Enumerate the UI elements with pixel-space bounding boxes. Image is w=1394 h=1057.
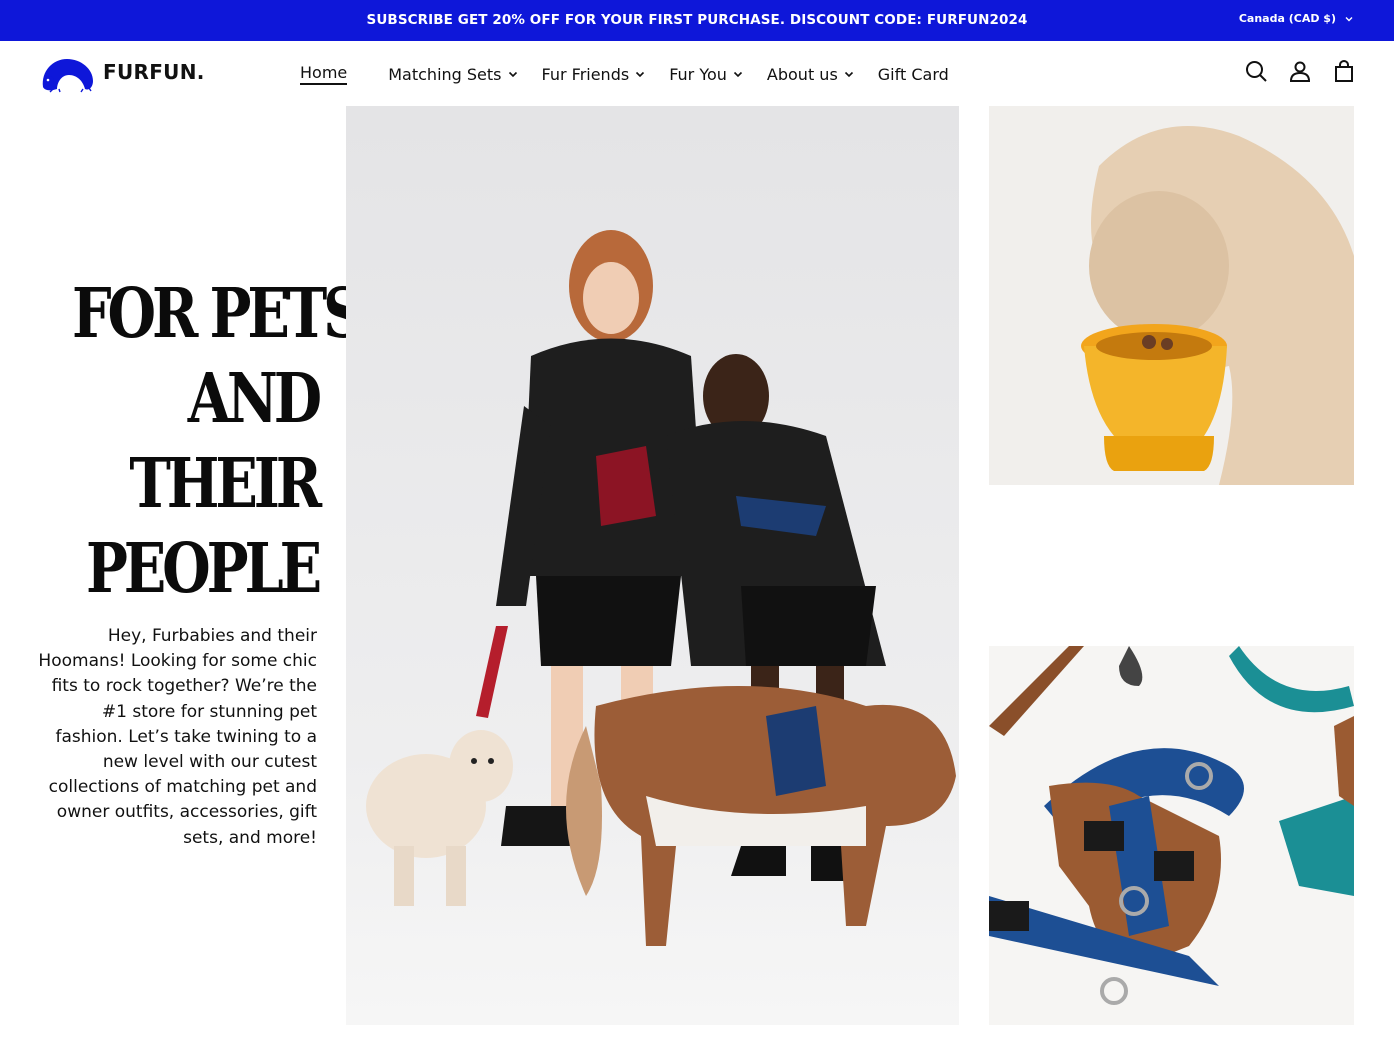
nav-item-label: Fur You	[669, 64, 727, 84]
nav-item-label: Gift Card	[877, 64, 949, 84]
announcement-bar: SUBSCRIBE GET 20% OFF FOR YOUR FIRST PUR…	[0, 0, 1394, 41]
hero-photo	[346, 106, 959, 1025]
nav-item-label: Fur Friends	[541, 64, 630, 84]
product-image-dog-bowl[interactable]	[989, 106, 1354, 485]
product-image-harness[interactable]	[989, 646, 1354, 1025]
account-button[interactable]	[1288, 59, 1312, 83]
dog-bowl-photo	[989, 106, 1354, 485]
header-actions	[1244, 59, 1356, 83]
nav-item-fur-friends[interactable]: Fur Friends	[542, 65, 646, 84]
main-nav: Home Matching Sets Fur Friends Fur You A…	[300, 63, 973, 85]
nav-item-about-us[interactable]: About us	[767, 65, 854, 84]
chevron-down-icon	[733, 71, 742, 78]
brand-name: FURFUN.	[103, 60, 205, 84]
site-header: FURFUN. Home Matching Sets Fur Friends F…	[0, 41, 1394, 106]
cart-button[interactable]	[1332, 59, 1356, 83]
currency-selector[interactable]: Canada (CAD $)	[1239, 12, 1354, 25]
hero-title-line: AND	[187, 359, 322, 439]
nav-item-label: Matching Sets	[388, 64, 502, 84]
hero-title-line: PEOPLE	[85, 529, 322, 609]
nav-item-label: About us	[766, 64, 838, 84]
chevron-down-icon	[508, 71, 517, 78]
chevron-down-icon	[844, 71, 853, 78]
chevron-down-icon	[636, 71, 645, 78]
cart-icon	[1335, 59, 1353, 82]
search-button[interactable]	[1244, 59, 1268, 83]
account-icon	[1289, 61, 1311, 82]
nav-item-matching-sets[interactable]: Matching Sets	[388, 65, 517, 84]
search-icon	[1246, 61, 1267, 82]
currency-label: Canada (CAD $)	[1238, 12, 1336, 25]
harness-photo	[989, 646, 1354, 1025]
hero-description: Hey, Furbabies and their Hoomans! Lookin…	[38, 626, 317, 848]
nav-item-label: Home	[300, 63, 348, 85]
nav-item-home[interactable]: Home	[300, 63, 348, 85]
chevron-down-icon	[1345, 16, 1353, 21]
hero-title: FOR PETS AND THEIR PEOPLE	[72, 272, 363, 612]
brand-logo-icon	[42, 59, 93, 93]
hero-title-line: FOR PETS	[72, 274, 363, 354]
nav-item-fur-you[interactable]: Fur You	[669, 65, 743, 84]
logo[interactable]: FURFUN.	[39, 51, 205, 93]
announcement-text: SUBSCRIBE GET 20% OFF FOR YOUR FIRST PUR…	[366, 12, 1028, 28]
hero-title-line: THEIR	[129, 444, 322, 524]
hero-image-people-with-dogs[interactable]	[346, 106, 959, 1025]
nav-item-gift-card[interactable]: Gift Card	[878, 65, 949, 84]
